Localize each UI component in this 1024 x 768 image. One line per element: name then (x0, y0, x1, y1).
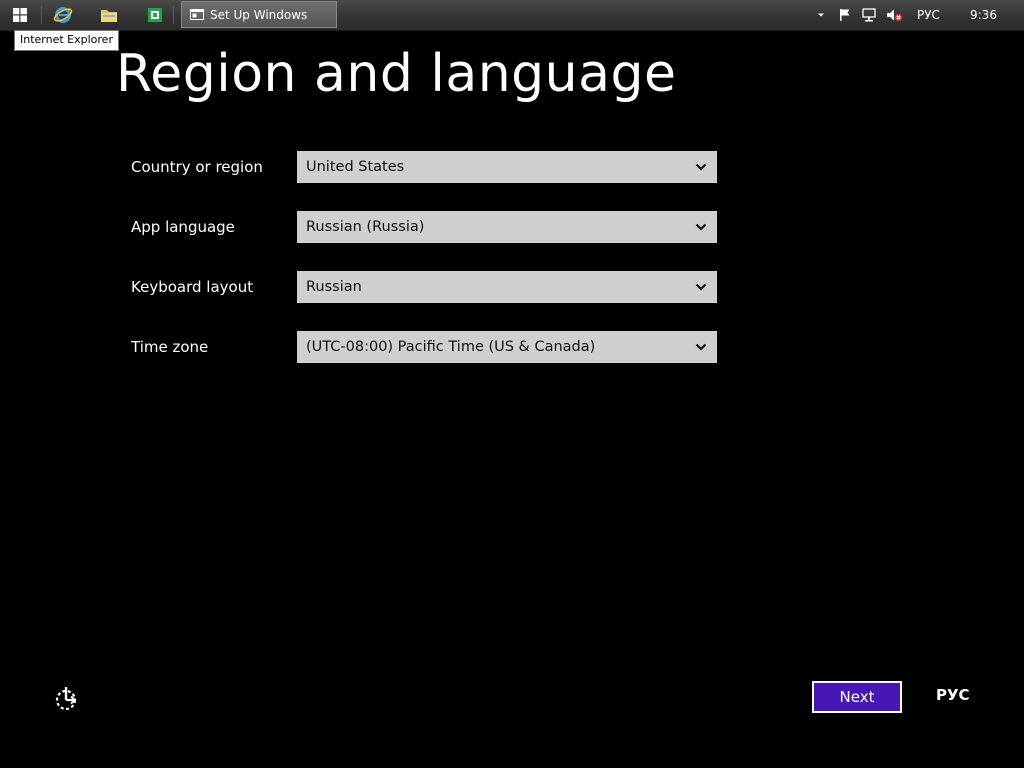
network-button[interactable] (861, 0, 877, 30)
input-language-indicator[interactable]: РУС (917, 0, 940, 30)
tooltip: Internet Explorer (14, 30, 119, 51)
internet-explorer-icon (53, 7, 73, 23)
taskbar-separator (173, 6, 174, 24)
flag-icon (840, 9, 850, 21)
next-button[interactable]: Next (812, 681, 902, 713)
windows-logo-icon (13, 8, 27, 22)
app-language-dropdown[interactable]: Russian (Russia) (297, 211, 717, 243)
keyboard-layout-value: Russian (306, 279, 362, 295)
app-language-label: App language (131, 218, 235, 236)
folder-icon (101, 10, 117, 22)
taskbar: Set Up Windows РУС 9:36 (0, 0, 1024, 31)
keyboard-layout-label: Keyboard layout (131, 278, 254, 296)
taskbar-separator (41, 6, 42, 24)
file-explorer-button[interactable] (94, 2, 124, 28)
store-button[interactable] (140, 2, 170, 28)
app-language-value: Russian (Russia) (306, 219, 425, 235)
country-region-value: United States (306, 159, 405, 175)
start-button[interactable] (6, 2, 34, 28)
internet-explorer-button[interactable] (48, 2, 78, 28)
country-region-label: Country or region (131, 158, 263, 176)
time-zone-label: Time zone (131, 338, 209, 356)
chevron-down-icon (685, 151, 717, 183)
store-icon (148, 8, 162, 22)
clock[interactable]: 9:36 (970, 0, 997, 30)
setup-windows-task-label: Set Up Windows (210, 7, 308, 22)
caret-down-icon (818, 13, 824, 17)
keyboard-layout-dropdown[interactable]: Russian (297, 271, 717, 303)
chevron-down-icon (685, 271, 717, 303)
chevron-down-icon (685, 331, 717, 363)
volume-button[interactable] (886, 0, 903, 30)
action-center-button[interactable] (838, 0, 852, 30)
time-zone-dropdown[interactable]: (UTC-08:00) Pacific Time (US & Canada) (297, 331, 717, 363)
page-title: Region and language (116, 44, 677, 104)
country-region-dropdown[interactable]: United States (297, 151, 717, 183)
ease-of-access-button[interactable] (50, 682, 82, 714)
show-hidden-icons-button[interactable] (816, 0, 826, 30)
language-indicator[interactable]: РУС (936, 686, 970, 704)
window-icon (190, 9, 204, 20)
setup-windows-task-button[interactable]: Set Up Windows (181, 1, 337, 28)
ease-of-access-icon (55, 687, 77, 711)
chevron-down-icon (685, 211, 717, 243)
time-zone-value: (UTC-08:00) Pacific Time (US & Canada) (306, 339, 596, 355)
speaker-muted-icon (887, 9, 903, 22)
network-icon (862, 8, 876, 22)
